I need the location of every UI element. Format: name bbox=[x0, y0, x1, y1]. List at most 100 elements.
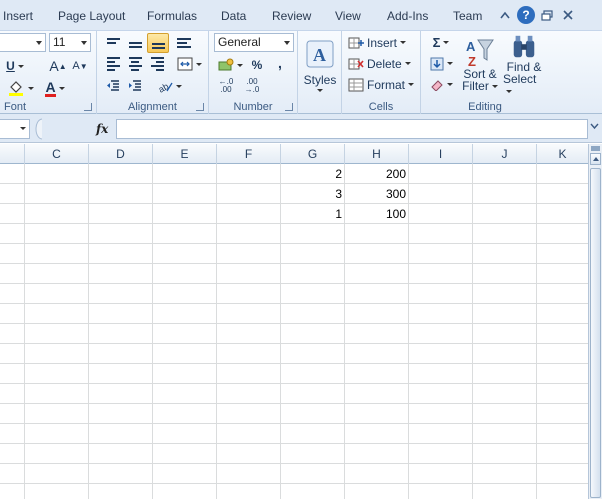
help-icon[interactable]: ? bbox=[517, 6, 535, 24]
format-cells-label: Format bbox=[367, 77, 406, 92]
tab-team[interactable]: Team bbox=[453, 9, 482, 23]
cell-h1[interactable]: 200 bbox=[345, 164, 409, 184]
increase-indent-icon bbox=[129, 80, 141, 91]
alignment-dialog-launcher-icon[interactable] bbox=[196, 103, 204, 111]
column-header-h[interactable]: H bbox=[345, 144, 409, 164]
expand-formula-bar-icon[interactable] bbox=[590, 122, 599, 131]
paint-bucket-icon bbox=[8, 81, 23, 96]
shrink-font-button[interactable]: A ▼ bbox=[70, 56, 90, 76]
middle-align-icon bbox=[128, 38, 142, 48]
merge-center-button[interactable] bbox=[174, 55, 204, 73]
split-box-handle[interactable] bbox=[591, 146, 600, 151]
cell-h2[interactable]: 300 bbox=[345, 184, 409, 204]
alignment-group-label: Alignment bbox=[128, 101, 177, 113]
worksheet-grid[interactable]: 2 200 3 300 1 100 bbox=[0, 164, 588, 499]
decrease-indent-icon bbox=[107, 80, 119, 91]
scroll-up-arrow-icon[interactable] bbox=[590, 153, 601, 165]
close-icon[interactable] bbox=[559, 6, 577, 24]
delete-cells-button[interactable]: Delete bbox=[348, 54, 416, 73]
delete-cells-label: Delete bbox=[367, 56, 402, 71]
column-header-j[interactable]: J bbox=[473, 144, 537, 164]
font-group-label: Font bbox=[4, 101, 27, 113]
font-group: 11 U A ▲ A ▼ A Font bbox=[0, 31, 97, 115]
align-right-button[interactable] bbox=[147, 55, 167, 73]
font-color-button[interactable]: A bbox=[40, 78, 70, 98]
formula-bar-splitter-icon[interactable] bbox=[30, 118, 50, 140]
grid-horizontal-line bbox=[0, 483, 588, 484]
grid-horizontal-line bbox=[0, 443, 588, 444]
clear-button[interactable] bbox=[427, 75, 455, 94]
fill-button[interactable] bbox=[427, 54, 455, 73]
autosum-button[interactable]: Σ bbox=[427, 33, 455, 52]
grid-vertical-line bbox=[216, 164, 217, 499]
middle-align-button[interactable] bbox=[125, 34, 145, 52]
font-size-value: 11 bbox=[53, 35, 66, 49]
tab-insert[interactable]: Insert bbox=[3, 9, 33, 23]
currency-icon bbox=[218, 58, 233, 71]
styles-icon: A bbox=[306, 40, 334, 67]
insert-cells-button[interactable]: Insert bbox=[348, 33, 416, 52]
column-header-g[interactable]: G bbox=[281, 144, 345, 164]
comma-style-button[interactable]: , bbox=[273, 54, 287, 72]
tab-formulas[interactable]: Formulas bbox=[147, 9, 197, 23]
wrap-text-button[interactable] bbox=[174, 34, 194, 52]
tab-page-layout[interactable]: Page Layout bbox=[58, 9, 125, 23]
insert-function-button[interactable]: fx bbox=[96, 122, 108, 136]
percent-style-button[interactable]: % bbox=[249, 56, 265, 74]
column-header-f[interactable]: F bbox=[217, 144, 281, 164]
tab-review[interactable]: Review bbox=[272, 9, 311, 23]
font-dialog-launcher-icon[interactable] bbox=[84, 103, 92, 111]
column-header-c[interactable]: C bbox=[25, 144, 89, 164]
scroll-thumb[interactable] bbox=[590, 168, 601, 498]
number-format-combo[interactable]: General bbox=[214, 33, 294, 52]
orientation-icon: ab bbox=[157, 81, 173, 93]
tab-view[interactable]: View bbox=[335, 9, 361, 23]
grid-horizontal-line bbox=[0, 263, 588, 264]
align-center-button[interactable] bbox=[125, 55, 145, 73]
grid-horizontal-line bbox=[0, 323, 588, 324]
tab-add-ins[interactable]: Add-Ins bbox=[387, 9, 428, 23]
increase-decimal-button[interactable]: ←.0 .00 bbox=[215, 77, 237, 95]
cell-g2[interactable]: 3 bbox=[281, 184, 345, 204]
increase-indent-button[interactable] bbox=[125, 77, 145, 95]
find-select-button[interactable]: Find & Select bbox=[503, 33, 545, 97]
number-format-value: General bbox=[218, 35, 261, 49]
grid-vertical-line bbox=[152, 164, 153, 499]
fill-color-button[interactable] bbox=[4, 78, 36, 98]
styles-label: Styles bbox=[303, 72, 337, 87]
sort-filter-label-2: Filter bbox=[462, 80, 498, 92]
name-box[interactable] bbox=[0, 119, 30, 139]
row-header-corner[interactable] bbox=[0, 144, 25, 164]
font-size-combo[interactable]: 11 bbox=[49, 33, 91, 52]
column-header-e[interactable]: E bbox=[153, 144, 217, 164]
format-cells-button[interactable]: Format bbox=[348, 75, 416, 94]
decrease-decimal-button[interactable]: .00 →.0 bbox=[241, 77, 263, 95]
cell-g3[interactable]: 1 bbox=[281, 204, 345, 224]
bottom-align-button[interactable] bbox=[147, 33, 169, 53]
formula-bar: fx bbox=[0, 114, 602, 143]
svg-text:ab: ab bbox=[157, 81, 170, 93]
restore-icon[interactable] bbox=[538, 6, 556, 24]
align-left-button[interactable] bbox=[103, 55, 123, 73]
styles-button[interactable]: A Styles bbox=[302, 33, 338, 97]
vertical-scrollbar[interactable] bbox=[588, 144, 602, 499]
styles-group: A Styles bbox=[298, 31, 342, 115]
decrease-indent-button[interactable] bbox=[103, 77, 123, 95]
sort-filter-button[interactable]: AZ Sort & Filter bbox=[459, 33, 501, 97]
grid-vertical-line bbox=[472, 164, 473, 499]
formula-input[interactable] bbox=[116, 119, 588, 139]
grow-font-button[interactable]: A ▲ bbox=[48, 56, 68, 76]
tab-data[interactable]: Data bbox=[221, 9, 246, 23]
cell-h3[interactable]: 100 bbox=[345, 204, 409, 224]
collapse-ribbon-icon[interactable] bbox=[496, 6, 514, 24]
accounting-format-button[interactable] bbox=[215, 56, 245, 74]
column-header-k[interactable]: K bbox=[537, 144, 588, 164]
column-header-i[interactable]: I bbox=[409, 144, 473, 164]
column-header-d[interactable]: D bbox=[89, 144, 153, 164]
top-align-button[interactable] bbox=[103, 34, 123, 52]
underline-button[interactable]: U bbox=[4, 56, 26, 76]
font-name-combo[interactable] bbox=[0, 33, 46, 52]
orientation-button[interactable]: ab bbox=[155, 77, 183, 95]
cell-g1[interactable]: 2 bbox=[281, 164, 345, 184]
number-dialog-launcher-icon[interactable] bbox=[285, 103, 293, 111]
